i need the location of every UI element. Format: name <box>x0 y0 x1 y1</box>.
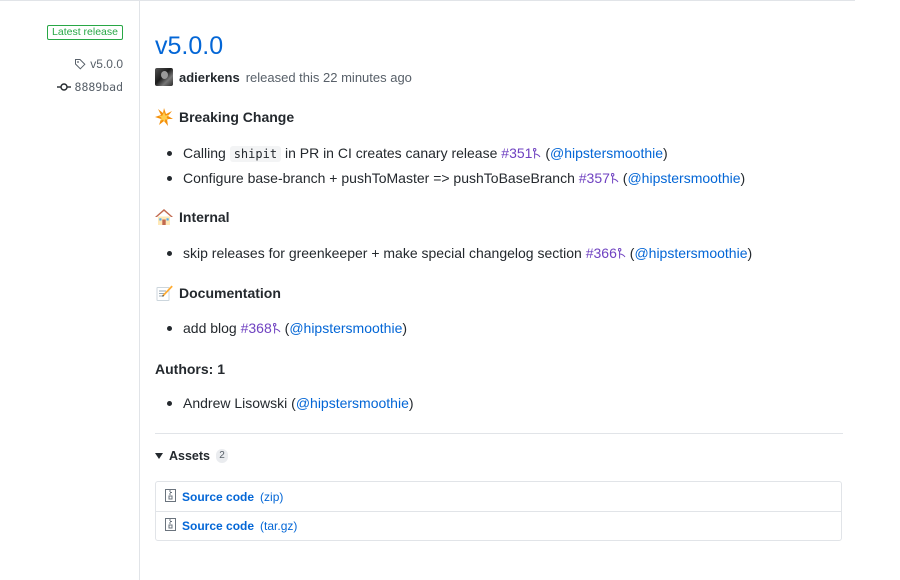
file-zip-icon <box>165 518 176 534</box>
house-emoji-icon <box>155 208 173 226</box>
tag-link[interactable]: v5.0.0 <box>74 57 123 71</box>
pull-request-icon <box>617 245 626 261</box>
authors-heading: Authors: 1 <box>155 361 225 377</box>
assets-label: Assets <box>169 449 210 463</box>
section-title: Internal <box>179 209 230 225</box>
assets-toggle[interactable]: Assets 2 <box>155 449 228 463</box>
section-heading-breaking: Breaking Change <box>155 108 294 126</box>
asset-name: Source code <box>182 519 255 533</box>
file-zip-icon <box>165 488 176 505</box>
section-title: Breaking Change <box>179 109 295 125</box>
tag-label: v5.0.0 <box>90 57 123 71</box>
list-item: Configure base-branch + pushToMaster => … <box>165 169 745 194</box>
commit-icon <box>56 82 71 92</box>
memo-emoji-icon <box>155 284 173 302</box>
assets-count-badge: 2 <box>216 449 228 463</box>
pr-link[interactable]: #368 <box>241 320 281 336</box>
internal-list: skip releases for greenkeeper + make spe… <box>165 244 752 269</box>
release-title[interactable]: v5.0.0 <box>155 30 223 62</box>
user-link[interactable]: @hipstersmoothie <box>627 170 740 186</box>
list-item: Andrew Lisowski (@hipstersmoothie) <box>165 394 414 419</box>
asset-ext: (zip) <box>260 489 284 504</box>
inline-code: shipit <box>229 146 282 162</box>
asset-source-zip[interactable]: Source code (zip) <box>156 482 841 511</box>
tag-icon <box>74 58 86 70</box>
collision-emoji-icon <box>155 108 173 126</box>
pr-link[interactable]: #351 <box>501 145 541 161</box>
user-link[interactable]: @hipstersmoothie <box>289 320 402 336</box>
user-link[interactable]: @hipstersmoothie <box>634 245 747 261</box>
pr-link[interactable]: #357 <box>579 170 619 186</box>
assets-list: Source code (zip) Source code (tar.gz) <box>155 481 842 541</box>
pull-request-icon <box>272 320 281 336</box>
release-author[interactable]: adierkens <box>179 70 240 85</box>
section-title: Documentation <box>179 285 281 301</box>
asset-source-targz[interactable]: Source code (tar.gz) <box>156 511 841 540</box>
list-item: add blog #368 (@hipstersmoothie) <box>165 319 407 344</box>
section-heading-documentation: Documentation <box>155 284 281 302</box>
list-item: Calling shipit in PR in CI creates canar… <box>165 144 745 169</box>
commit-sha: 8889bad <box>74 80 123 94</box>
release-byline: adierkens released this 22 minutes ago <box>155 68 412 86</box>
section-heading-internal: Internal <box>155 208 230 226</box>
user-link[interactable]: @hipstersmoothie <box>550 145 663 161</box>
latest-release-badge: Latest release <box>47 25 123 40</box>
list-item: skip releases for greenkeeper + make spe… <box>165 244 752 269</box>
commit-link[interactable]: 8889bad <box>56 80 123 94</box>
assets-divider <box>155 433 843 434</box>
release-meta-sidebar: Latest release v5.0.0 8889bad <box>0 0 140 580</box>
asset-ext: (tar.gz) <box>260 519 298 533</box>
avatar[interactable] <box>155 68 173 86</box>
documentation-list: add blog #368 (@hipstersmoothie) <box>165 319 407 344</box>
authors-list: Andrew Lisowski (@hipstersmoothie) <box>165 394 414 419</box>
breaking-list: Calling shipit in PR in CI creates canar… <box>165 144 745 194</box>
triangle-down-icon <box>155 453 163 459</box>
user-link[interactable]: @hipstersmoothie <box>296 395 409 411</box>
asset-name: Source code <box>182 489 255 504</box>
pr-link[interactable]: #366 <box>586 245 626 261</box>
pull-request-icon <box>610 170 619 186</box>
release-time: released this 22 minutes ago <box>245 69 412 85</box>
